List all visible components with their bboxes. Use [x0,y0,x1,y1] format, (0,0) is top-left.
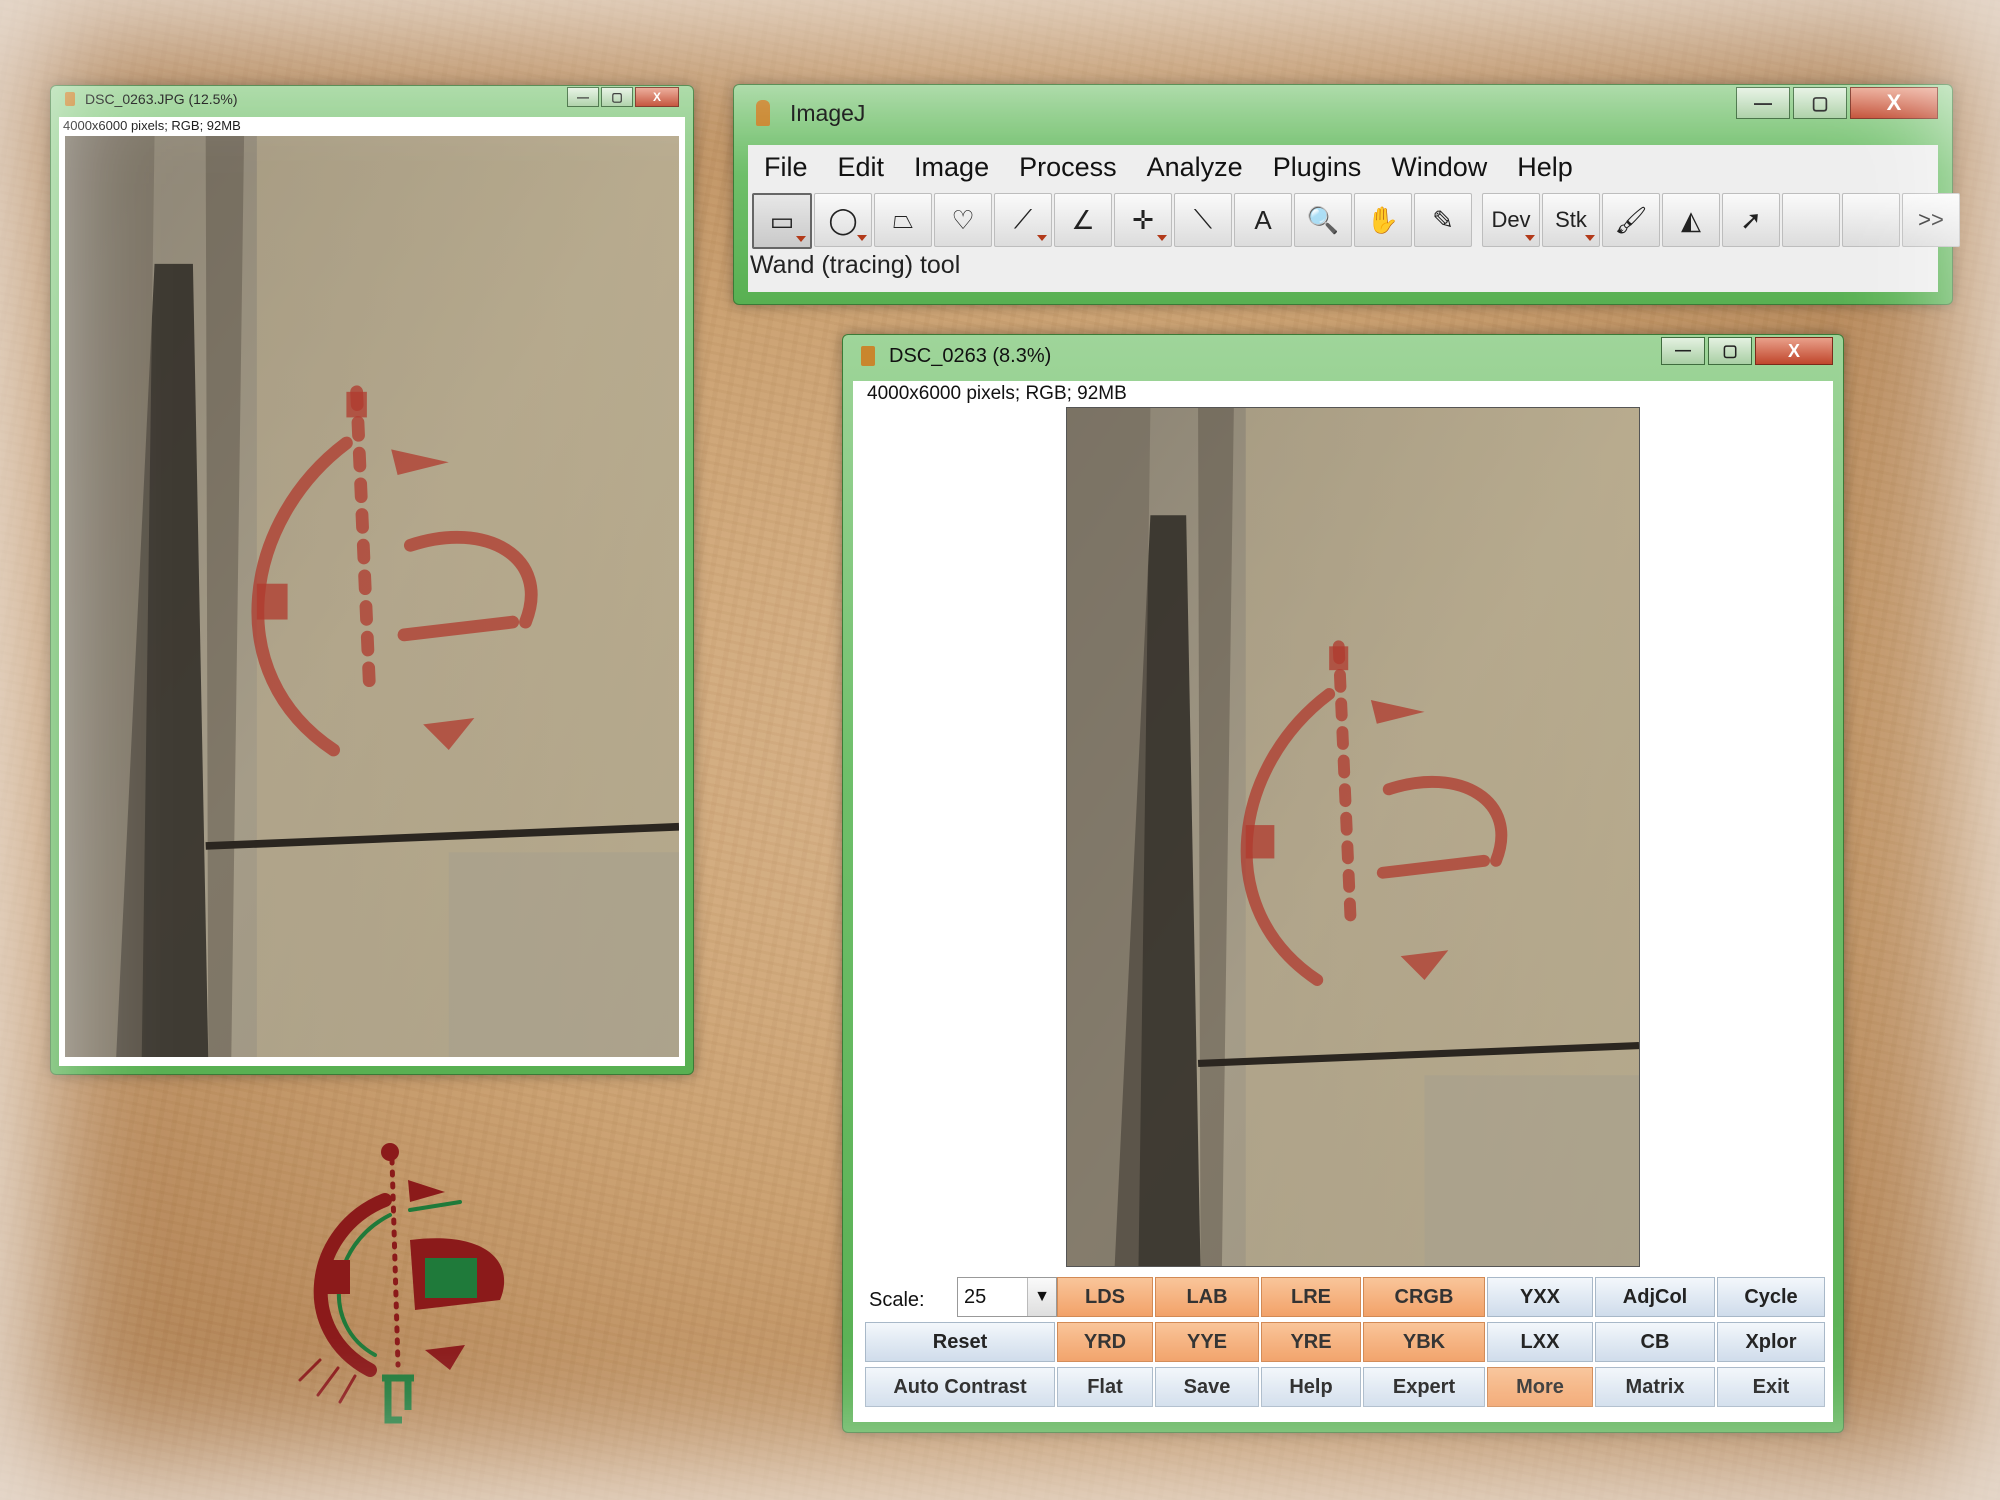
menu-process[interactable]: Process [1019,152,1117,183]
window-title: ImageJ [790,99,866,126]
polygon-tool-icon[interactable]: ⏢ [874,193,932,247]
more-tools[interactable]: >> [1902,193,1960,247]
image-info: 4000x6000 pixels; RGB; 92MB [63,118,241,133]
window-title: DSC_0263.JPG (12.5%) [85,91,238,107]
lds-button[interactable]: LDS [1057,1277,1153,1317]
image-window-small[interactable]: DSC_0263.JPG (12.5%) — ▢ X 4000x6000 pix… [50,85,694,1075]
close-button[interactable]: X [635,87,679,107]
chevron-down-icon[interactable]: ▼ [1027,1278,1056,1316]
freehand-tool-icon[interactable]: ♡ [934,193,992,247]
angle-tool-icon[interactable]: ∠ [1054,193,1112,247]
stk-menu[interactable]: Stk [1542,193,1600,247]
toolbar: ▭ ◯ ⏢ ♡ ⟋ ∠ ✛ ⟍ A 🔍 ✋ ✎ Dev Stk 🖌 ◭ ➚ >> [752,193,1962,249]
text-tool-icon[interactable]: A [1234,193,1292,247]
minimize-button[interactable]: — [1736,87,1790,119]
microscope-icon [756,100,770,126]
menu-plugins[interactable]: Plugins [1273,152,1362,183]
lre-button[interactable]: LRE [1261,1277,1361,1317]
reset-button[interactable]: Reset [865,1322,1055,1362]
scale-select[interactable]: 25 ▼ [957,1277,1057,1317]
line-tool-icon[interactable]: ⟋ [994,193,1052,247]
xplor-button[interactable]: Xplor [1717,1322,1825,1362]
menu-edit[interactable]: Edit [838,152,885,183]
minimize-button[interactable]: — [567,87,599,107]
menu-image[interactable]: Image [914,152,989,183]
cycle-button[interactable]: Cycle [1717,1277,1825,1317]
lxx-button[interactable]: LXX [1487,1322,1593,1362]
imagej-main-window[interactable]: ImageJ — ▢ X File Edit Image Process Ana… [733,84,1960,305]
auto-contrast-button[interactable]: Auto Contrast [865,1367,1055,1407]
yre-button[interactable]: YRE [1261,1322,1361,1362]
scale-value: 25 [964,1285,987,1308]
exit-button[interactable]: Exit [1717,1367,1825,1407]
rock-art-photo[interactable] [65,136,679,1057]
minimize-button[interactable]: — [1661,337,1705,365]
status-text: Wand (tracing) tool [750,251,961,279]
menu-analyze[interactable]: Analyze [1147,152,1243,183]
menu-bar: File Edit Image Process Analyze Plugins … [748,145,1587,189]
matrix-button[interactable]: Matrix [1595,1367,1715,1407]
point-tool-icon[interactable]: ✛ [1114,193,1172,247]
save-button[interactable]: Save [1155,1367,1259,1407]
lab-button[interactable]: LAB [1155,1277,1259,1317]
crgb-button[interactable]: CRGB [1363,1277,1485,1317]
submenu-indicator-icon [796,236,806,242]
image-info: 4000x6000 pixels; RGB; 92MB [867,383,1127,404]
submenu-indicator-icon [1585,235,1595,241]
empty-slot-1[interactable] [1782,193,1840,247]
color-picker-tool-icon[interactable]: ✎ [1414,193,1472,247]
submenu-indicator-icon [1037,235,1047,241]
yye-button[interactable]: YYE [1155,1322,1259,1362]
window-title: DSC_0263 (8.3%) [889,344,1052,367]
maximize-button[interactable]: ▢ [1793,87,1847,119]
yxx-button[interactable]: YXX [1487,1277,1593,1317]
menu-file[interactable]: File [764,152,808,183]
imagej-app-icon [861,346,875,366]
yrd-button[interactable]: YRD [1057,1322,1153,1362]
arrow-tool-icon[interactable]: ➚ [1722,193,1780,247]
expert-button[interactable]: Expert [1363,1367,1485,1407]
rectangle-tool-icon[interactable]: ▭ [752,193,812,249]
submenu-indicator-icon [1525,235,1535,241]
flat-button[interactable]: Flat [1057,1367,1153,1407]
menu-window[interactable]: Window [1391,152,1487,183]
pictograph-logo [298,1143,505,1424]
brush-tool-icon[interactable]: 🖌 [1602,193,1660,247]
menu-help[interactable]: Help [1517,152,1573,183]
oval-tool-icon[interactable]: ◯ [814,193,872,247]
more-button[interactable]: More [1487,1367,1593,1407]
adjcol-button[interactable]: AdjCol [1595,1277,1715,1317]
imagej-app-icon [65,92,75,106]
magnifier-tool-icon[interactable]: 🔍 [1294,193,1352,247]
maximize-button[interactable]: ▢ [601,87,633,107]
submenu-indicator-icon [857,235,867,241]
empty-slot-2[interactable] [1842,193,1900,247]
imagej-client: File Edit Image Process Analyze Plugins … [748,145,1960,292]
image-canvas-area[interactable]: 4000x6000 pixels; RGB; 92MB Scale: 25 ▼ … [853,381,1833,1422]
image-window-main[interactable]: DSC_0263 (8.3%) — ▢ X 4000x6000 pixels; … [842,334,1844,1433]
help-button[interactable]: Help [1261,1367,1361,1407]
ybk-button[interactable]: YBK [1363,1322,1485,1362]
hand-tool-icon[interactable]: ✋ [1354,193,1412,247]
dev-menu[interactable]: Dev [1482,193,1540,247]
rock-art-photo[interactable] [1066,407,1640,1267]
dstretch-panel: Scale: 25 ▼ LDS LAB LRE CRGB YXX AdjCol … [865,1271,1825,1416]
close-button[interactable]: X [1850,87,1938,119]
maximize-button[interactable]: ▢ [1708,337,1752,365]
submenu-indicator-icon [1157,235,1167,241]
flood-fill-tool-icon[interactable]: ◭ [1662,193,1720,247]
close-button[interactable]: X [1755,337,1833,365]
image-canvas-area[interactable]: 4000x6000 pixels; RGB; 92MB [59,117,685,1066]
cb-button[interactable]: CB [1595,1322,1715,1362]
scale-label: Scale: [869,1289,925,1311]
wand-tool-icon[interactable]: ⟍ [1174,193,1232,247]
